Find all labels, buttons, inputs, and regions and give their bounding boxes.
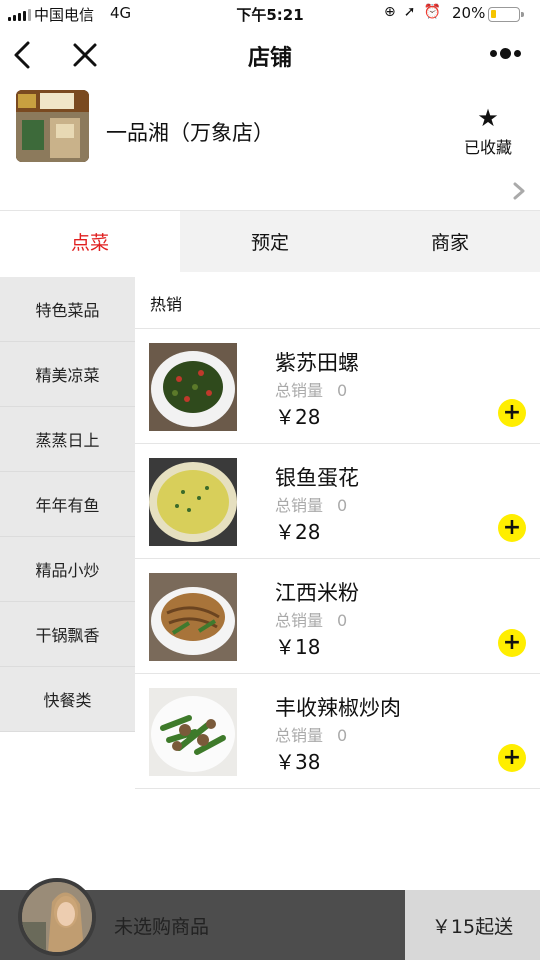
add-to-cart-button[interactable]: + — [498, 744, 526, 772]
dish-name: 丰收辣椒炒肉 — [275, 696, 401, 720]
dish-sales: 总销量 0 — [275, 726, 348, 745]
dish-price: ￥28 — [275, 520, 321, 544]
dish-price: ￥38 — [275, 750, 321, 774]
dish-item[interactable]: 紫苏田螺 总销量 0 ￥28 + — [135, 329, 540, 444]
dish-name: 江西米粉 — [275, 581, 359, 605]
min-order-label: ￥15起送 — [405, 890, 540, 960]
cart-avatar[interactable] — [18, 878, 96, 956]
category-item[interactable]: 快餐类 — [0, 667, 135, 732]
dish-photo — [149, 688, 237, 776]
tab-reserve[interactable]: 预定 — [180, 211, 360, 272]
more-dots-icon[interactable] — [490, 48, 521, 59]
category-item[interactable]: 特色菜品 — [0, 277, 135, 342]
shop-header[interactable]: 一品湘（万象店） ★ 已收藏 — [0, 82, 540, 211]
dish-item[interactable]: 江西米粉 总销量 0 ￥18 + — [135, 559, 540, 674]
shop-logo — [16, 90, 89, 162]
category-sidebar: 特色菜品 精美凉菜 蒸蒸日上 年年有鱼 精品小炒 干锅飘香 快餐类 — [0, 277, 135, 732]
battery-icon — [488, 7, 524, 22]
dish-photo — [149, 343, 237, 431]
add-to-cart-button[interactable]: + — [498, 514, 526, 542]
add-to-cart-button[interactable]: + — [498, 399, 526, 427]
chevron-right-icon[interactable] — [512, 182, 526, 200]
category-item[interactable]: 干锅飘香 — [0, 602, 135, 667]
dish-name: 紫苏田螺 — [275, 351, 359, 375]
category-item[interactable]: 精美凉菜 — [0, 342, 135, 407]
dish-photo — [149, 573, 237, 661]
tab-bar: 点菜 预定 商家 — [0, 211, 540, 272]
battery-percent: 20% — [452, 4, 486, 22]
dish-name: 银鱼蛋花 — [275, 466, 359, 490]
tab-merchant[interactable]: 商家 — [360, 211, 540, 272]
dish-sales: 总销量 0 — [275, 611, 348, 630]
shop-name: 一品湘（万象店） — [106, 121, 274, 145]
cart-empty-label: 未选购商品 — [114, 916, 210, 938]
dish-sales: 总销量 0 — [275, 381, 348, 400]
dish-price: ￥18 — [275, 635, 321, 659]
dish-sales: 总销量 0 — [275, 496, 348, 515]
dish-list: 热销 紫苏田螺 总销量 0 ￥28 + 银鱼蛋花 总销量 0 ￥28 + 江西米… — [135, 277, 540, 789]
page-title: 店铺 — [247, 46, 292, 71]
dish-photo — [149, 458, 237, 546]
dish-price: ￥28 — [275, 405, 321, 429]
alarm-icon: ⏰ — [423, 4, 441, 20]
favorite-label: 已收藏 — [463, 138, 512, 157]
dish-item[interactable]: 银鱼蛋花 总销量 0 ￥28 + — [135, 444, 540, 559]
add-to-cart-button[interactable]: + — [498, 629, 526, 657]
favorite-button[interactable]: ★ 已收藏 — [456, 106, 520, 158]
tab-order[interactable]: 点菜 — [0, 211, 180, 272]
section-title: 热销 — [135, 277, 540, 329]
orientation-lock-icon: ⊕ — [384, 4, 396, 20]
category-item[interactable]: 精品小炒 — [0, 537, 135, 602]
location-icon: ➚ — [403, 4, 416, 20]
cart-bar: 未选购商品 ￥15起送 — [0, 878, 540, 960]
navigation-bar: 店铺 — [0, 28, 540, 82]
star-icon: ★ — [477, 104, 499, 132]
status-bar: 中国电信 4G 下午5:21 ⊕ ➚ ⏰ 20% — [0, 0, 540, 28]
category-item[interactable]: 年年有鱼 — [0, 472, 135, 537]
category-item[interactable]: 蒸蒸日上 — [0, 407, 135, 472]
dish-item[interactable]: 丰收辣椒炒肉 总销量 0 ￥38 + — [135, 674, 540, 789]
